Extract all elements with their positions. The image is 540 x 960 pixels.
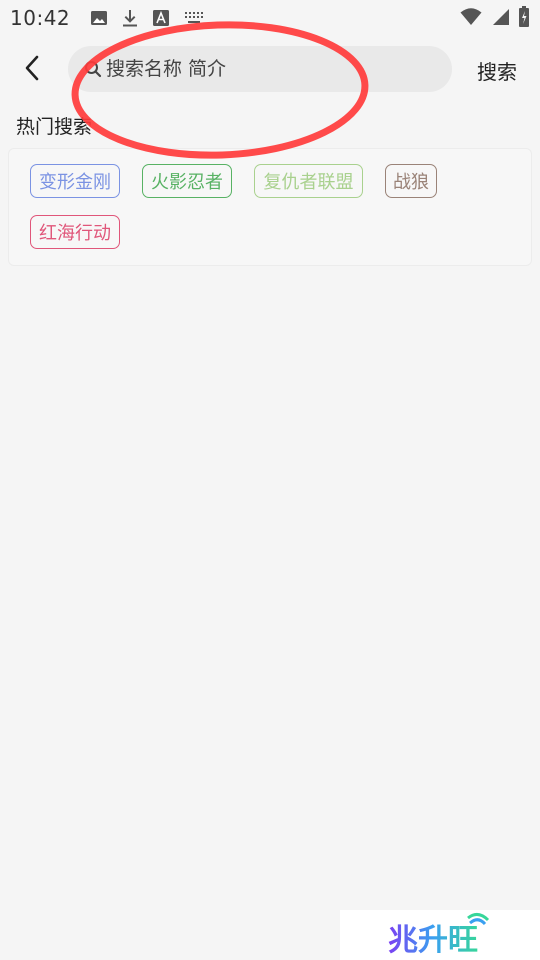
hot-tag-transformers[interactable]: 变形金刚 <box>30 164 120 198</box>
status-icons-left <box>90 9 204 27</box>
hot-search-panel: 变形金刚 火影忍者 复仇者联盟 战狼 红海行动 <box>8 148 532 266</box>
hot-tag-wolf-warrior[interactable]: 战狼 <box>385 164 437 198</box>
chevron-left-icon <box>21 55 43 85</box>
search-box[interactable] <box>68 46 452 92</box>
status-bar: 10:42 <box>0 0 540 36</box>
download-icon <box>122 9 138 27</box>
hot-search-title: 热门搜索 <box>16 116 93 138</box>
status-icons-right <box>460 6 530 32</box>
back-button[interactable] <box>14 52 50 88</box>
keyboard-icon <box>184 11 204 25</box>
font-icon <box>152 9 170 27</box>
status-time: 10:42 <box>10 6 71 30</box>
search-input[interactable] <box>106 49 426 89</box>
signal-icon <box>490 7 510 31</box>
battery-icon <box>518 6 530 32</box>
watermark-logo: 兆升旺 <box>340 910 540 960</box>
wifi-icon <box>460 7 482 31</box>
watermark-logo-image: 兆升旺 <box>388 913 490 958</box>
hot-tag-naruto[interactable]: 火影忍者 <box>142 164 232 198</box>
search-icon <box>82 58 104 80</box>
hot-tag-operation-red-sea[interactable]: 红海行动 <box>30 215 120 249</box>
svg-text:兆升旺: 兆升旺 <box>388 923 478 958</box>
search-button[interactable]: 搜索 <box>472 54 522 86</box>
hot-tag-avengers[interactable]: 复仇者联盟 <box>254 164 363 198</box>
image-icon <box>90 9 108 27</box>
search-header: 搜索 <box>0 46 540 92</box>
